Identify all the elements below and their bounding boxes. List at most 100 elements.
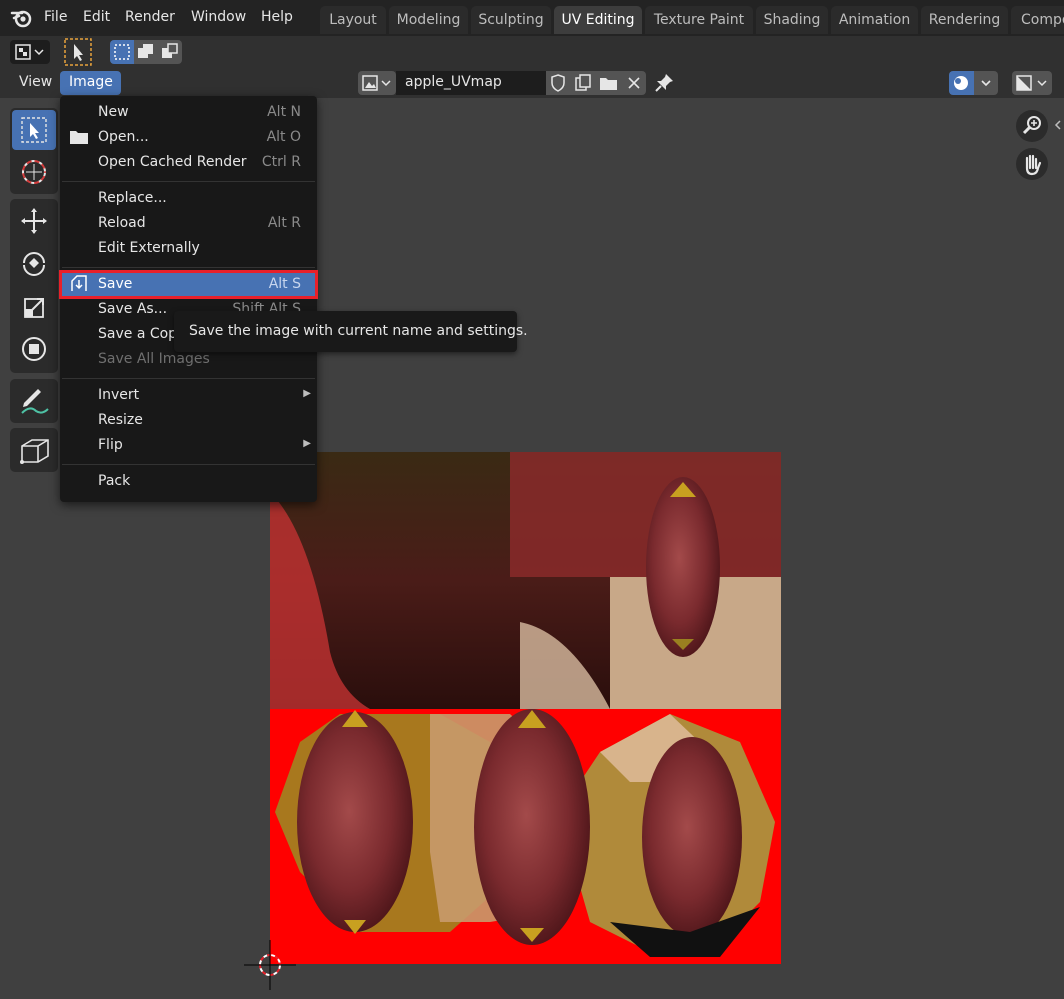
toolbar-transform-group	[10, 199, 58, 373]
tool-transform[interactable]	[12, 329, 56, 369]
menu-item-invert[interactable]: Invert ▶	[60, 383, 317, 407]
blender-logo-icon[interactable]	[10, 7, 34, 29]
folder-icon	[600, 78, 617, 90]
sample-box-icon	[20, 439, 49, 464]
menu-separator	[62, 181, 315, 182]
editor-type-button[interactable]	[10, 40, 50, 64]
tool-annotate[interactable]	[12, 381, 56, 421]
menu-item-label: Edit Externally	[98, 240, 200, 256]
menu-item-label: Flip	[98, 437, 123, 453]
select-box-icon	[21, 117, 47, 143]
mode-subtract-selection-button[interactable]	[158, 40, 182, 64]
select-mode-button[interactable]	[63, 37, 93, 67]
tab-texture-paint[interactable]: Texture Paint	[645, 6, 753, 34]
uv-texture-image	[270, 452, 781, 964]
sidebar-toggle-icon[interactable]	[1052, 118, 1064, 132]
menu-item-shortcut: Alt N	[267, 104, 301, 120]
menu-item-flip[interactable]: Flip ▶	[60, 433, 317, 457]
tab-animation[interactable]: Animation	[831, 6, 918, 34]
folder-icon	[70, 131, 88, 144]
chevron-down-icon	[981, 80, 991, 87]
new-image-button[interactable]	[570, 71, 596, 95]
menu-item-label: Resize	[98, 412, 143, 428]
menu-help[interactable]: Help	[261, 9, 293, 25]
submenu-arrow-icon: ▶	[303, 388, 311, 399]
menu-item-label: Open...	[98, 129, 149, 145]
annotate-pencil-icon	[21, 389, 49, 414]
tab-rendering[interactable]: Rendering	[921, 6, 1008, 34]
menu-item-label: Pack	[98, 473, 131, 489]
submenu-arrow-icon: ▶	[303, 438, 311, 449]
highlight-box	[59, 270, 318, 299]
menu-separator	[62, 464, 315, 465]
tool-cursor[interactable]	[12, 152, 56, 192]
pin-icon	[655, 74, 673, 92]
tab-uv-editing[interactable]: UV Editing	[554, 6, 642, 34]
tab-sculpting[interactable]: Sculpting	[471, 6, 551, 34]
image-menu-button[interactable]: Image	[60, 71, 121, 95]
mode-new-selection-button[interactable]	[110, 40, 134, 64]
tab-compositing[interactable]: Compo	[1011, 6, 1064, 34]
gizmo-icon	[954, 76, 968, 90]
image-menu-dropdown: New Alt N Open... Alt O Open Cached Rend…	[60, 96, 317, 502]
menu-render[interactable]: Render	[125, 9, 175, 25]
menu-edit[interactable]: Edit	[83, 9, 110, 25]
select-extend-icon	[138, 44, 153, 58]
shield-icon	[551, 74, 565, 92]
mode-extend-selection-button[interactable]	[134, 40, 158, 64]
select-subtract-icon	[162, 43, 178, 58]
duplicate-icon	[575, 74, 591, 91]
menu-separator	[62, 378, 315, 379]
gizmo-toggle-button[interactable]	[949, 71, 974, 95]
display-channels-icon	[1016, 75, 1047, 91]
toolbar-select-group	[10, 108, 58, 194]
rotate-icon	[23, 252, 45, 276]
tool-sample[interactable]	[12, 430, 56, 470]
tool-scale[interactable]	[12, 287, 56, 327]
tooltip: Save the image with current name and set…	[174, 311, 528, 352]
menu-item-label: Reload	[98, 215, 146, 231]
select-box-icon	[64, 38, 92, 66]
menu-file[interactable]: File	[44, 9, 67, 25]
menu-item-shortcut: Alt O	[266, 129, 301, 145]
menu-item-shortcut: Alt R	[267, 215, 301, 231]
2d-cursor-icon[interactable]	[244, 940, 296, 990]
tab-layout[interactable]: Layout	[320, 6, 386, 34]
pin-button[interactable]	[652, 71, 676, 95]
tool-rotate[interactable]	[12, 243, 56, 283]
tool-header	[0, 36, 1064, 68]
tool-move[interactable]	[12, 201, 56, 241]
zoom-button[interactable]	[1016, 110, 1048, 142]
view-menu[interactable]: View	[19, 74, 52, 90]
menu-window[interactable]: Window	[191, 9, 246, 25]
menu-item-open[interactable]: Open... Alt O	[60, 125, 317, 149]
tool-select-box[interactable]	[12, 110, 56, 150]
move-icon	[21, 208, 47, 234]
menu-item-replace[interactable]: Replace...	[60, 186, 317, 210]
menu-item-label: Open Cached Render	[98, 154, 247, 170]
open-image-button[interactable]	[596, 71, 622, 95]
menu-item-pack[interactable]: Pack	[60, 469, 317, 493]
image-browse-button[interactable]	[358, 71, 396, 95]
gizmo-dropdown-button[interactable]	[974, 71, 998, 95]
tab-shading[interactable]: Shading	[756, 6, 828, 34]
menu-item-label: Invert	[98, 387, 140, 403]
menu-item-open-cached-render[interactable]: Open Cached Render Ctrl R	[60, 150, 317, 174]
display-channels-button[interactable]	[1012, 71, 1052, 95]
image-name-field[interactable]: apple_UVmap	[396, 71, 546, 95]
image-editor-icon	[15, 44, 44, 60]
menu-item-edit-externally[interactable]: Edit Externally	[60, 236, 317, 260]
unlink-image-button[interactable]	[622, 71, 646, 95]
fake-user-button[interactable]	[546, 71, 570, 95]
pan-button[interactable]	[1016, 148, 1048, 180]
hand-icon	[1025, 154, 1042, 176]
menu-item-resize[interactable]: Resize	[60, 408, 317, 432]
toolbar-sample-group	[10, 428, 58, 472]
menu-item-new[interactable]: New Alt N	[60, 100, 317, 124]
scale-icon	[24, 298, 44, 318]
transform-icon	[22, 337, 46, 361]
menu-item-reload[interactable]: Reload Alt R	[60, 211, 317, 235]
tab-modeling[interactable]: Modeling	[389, 6, 468, 34]
menu-item-shortcut: Ctrl R	[261, 154, 301, 170]
zoom-icon	[1022, 116, 1041, 135]
